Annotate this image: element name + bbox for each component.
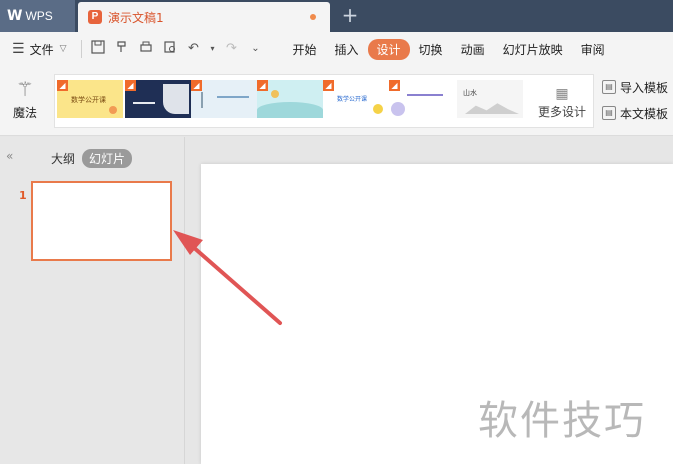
slide-thumbnail[interactable] (31, 181, 172, 261)
template-thumbnail[interactable]: ◢ (389, 80, 455, 118)
decor-dot (373, 104, 383, 114)
document-tab-title: 演示文稿1 (108, 10, 164, 25)
tab-slides[interactable]: 幻灯片 (82, 149, 133, 168)
more-design-label: 更多设计 (537, 105, 586, 119)
wps-badge-icon: ◢ (57, 80, 68, 91)
grid-icon: ▦ (555, 86, 569, 102)
decor-line (217, 96, 249, 98)
tab-transition[interactable]: 切换 (410, 39, 452, 60)
design-ribbon: ⚚ 魔法 ◢ 数学公开课 ◢ ◢ ◢ ◢ 数学公开课 ◢ 山水 ▦ 更多设计 ▤… (0, 66, 673, 136)
print-icon[interactable] (137, 40, 155, 58)
tab-outline[interactable]: 大纲 (44, 149, 82, 168)
collapse-panel-icon[interactable]: « (6, 149, 13, 163)
file-menu-label: 文件 (29, 42, 54, 57)
wps-badge-icon: ◢ (125, 80, 136, 91)
template-thumbnail[interactable]: ◢ (125, 80, 191, 118)
decor-shape (163, 84, 189, 114)
unsaved-dot-icon (310, 14, 316, 20)
magic-label: 魔法 (12, 106, 37, 120)
template-title: 数学公开课 (71, 96, 106, 104)
this-template-label: 本文模板 (620, 106, 669, 121)
chevron-down-icon: ▽ (59, 44, 67, 54)
more-design-button[interactable]: ▦ 更多设计 (533, 79, 591, 123)
this-template-button[interactable]: ▤ 本文模板 (602, 102, 673, 124)
document-tab[interactable]: P 演示文稿1 (78, 2, 330, 32)
wps-home-tab[interactable]: W WPS (0, 0, 75, 32)
decor-shape (257, 102, 323, 118)
divider (80, 40, 82, 58)
template-thumbnail[interactable]: ◢ (257, 80, 323, 118)
wps-badge-icon: ◢ (323, 80, 334, 91)
wps-logo-icon: W (7, 8, 22, 24)
template-thumbnail[interactable]: ◢ 数学公开课 (57, 80, 123, 118)
customize-toolbar-icon[interactable]: ⌄ (247, 40, 265, 58)
wps-app-name: WPS (25, 9, 53, 23)
hamburger-icon: ☰ (12, 41, 25, 57)
import-template-icon: ▤ (602, 80, 616, 94)
slide-panel: « 大纲 幻灯片 1 (0, 137, 185, 464)
template-thumbnail[interactable]: ◢ (191, 80, 257, 118)
decor-line (133, 102, 155, 104)
magic-button[interactable]: ⚚ 魔法 (8, 76, 42, 128)
template-thumbnail[interactable]: ◢ 数学公开课 (323, 80, 389, 118)
undo-icon[interactable]: ↶ (185, 40, 203, 58)
decor-dot (391, 102, 405, 116)
decor-shape (465, 103, 519, 114)
new-tab-button[interactable]: + (340, 4, 360, 26)
tab-design[interactable]: 设计 (367, 38, 410, 60)
redo-icon[interactable]: ↷ (223, 40, 241, 58)
magic-wand-icon: ⚚ (16, 77, 34, 101)
presentation-icon: P (88, 10, 102, 24)
import-template-button[interactable]: ▤ 导入模板 (602, 76, 673, 98)
template-actions: ▤ 导入模板 ▤ 本文模板 (602, 76, 673, 128)
template-icon: ▤ (602, 106, 616, 120)
wps-badge-icon: ◢ (389, 80, 400, 91)
tab-slideshow[interactable]: 幻灯片放映 (494, 39, 572, 60)
import-template-label: 导入模板 (620, 80, 669, 95)
menu-bar: ☰ 文件 ▽ ↶ ▾ ↷ ⌄ 开始 插入 设计 切换 动画 幻灯片放映 审阅 (0, 32, 673, 66)
tab-review[interactable]: 审阅 (572, 39, 614, 60)
format-painter-icon[interactable] (113, 40, 131, 58)
decor-dot (271, 90, 279, 98)
wps-badge-icon: ◢ (191, 80, 202, 91)
tab-animation[interactable]: 动画 (452, 39, 494, 60)
decor-dot (109, 106, 117, 114)
ribbon-tabs: 开始 插入 设计 切换 动画 幻灯片放映 审阅 (284, 38, 614, 60)
chevron-down-icon[interactable]: ▾ (209, 40, 217, 58)
save-icon[interactable] (89, 40, 107, 58)
design-template-gallery: ◢ 数学公开课 ◢ ◢ ◢ ◢ 数学公开课 ◢ 山水 ▦ 更多设计 (54, 74, 594, 128)
template-title: 数学公开课 (337, 96, 368, 103)
template-title: 山水 (463, 89, 477, 97)
title-bar: W WPS P 演示文稿1 + (0, 0, 673, 32)
file-menu[interactable]: ☰ 文件 ▽ (12, 41, 67, 58)
print-preview-icon[interactable] (161, 40, 179, 58)
decor-line (407, 94, 443, 96)
wps-badge-icon: ◢ (257, 80, 268, 91)
slide-number: 1 (19, 189, 27, 202)
tab-home[interactable]: 开始 (284, 39, 326, 60)
template-thumbnail[interactable]: 山水 (457, 80, 523, 118)
tab-insert[interactable]: 插入 (326, 39, 368, 60)
watermark-text: 软件技巧 (478, 398, 646, 444)
quick-access-toolbar: ↶ ▾ ↷ ⌄ (77, 40, 268, 58)
tree-icon (201, 92, 211, 108)
panel-tabs: 大纲 幻灯片 (44, 149, 133, 168)
